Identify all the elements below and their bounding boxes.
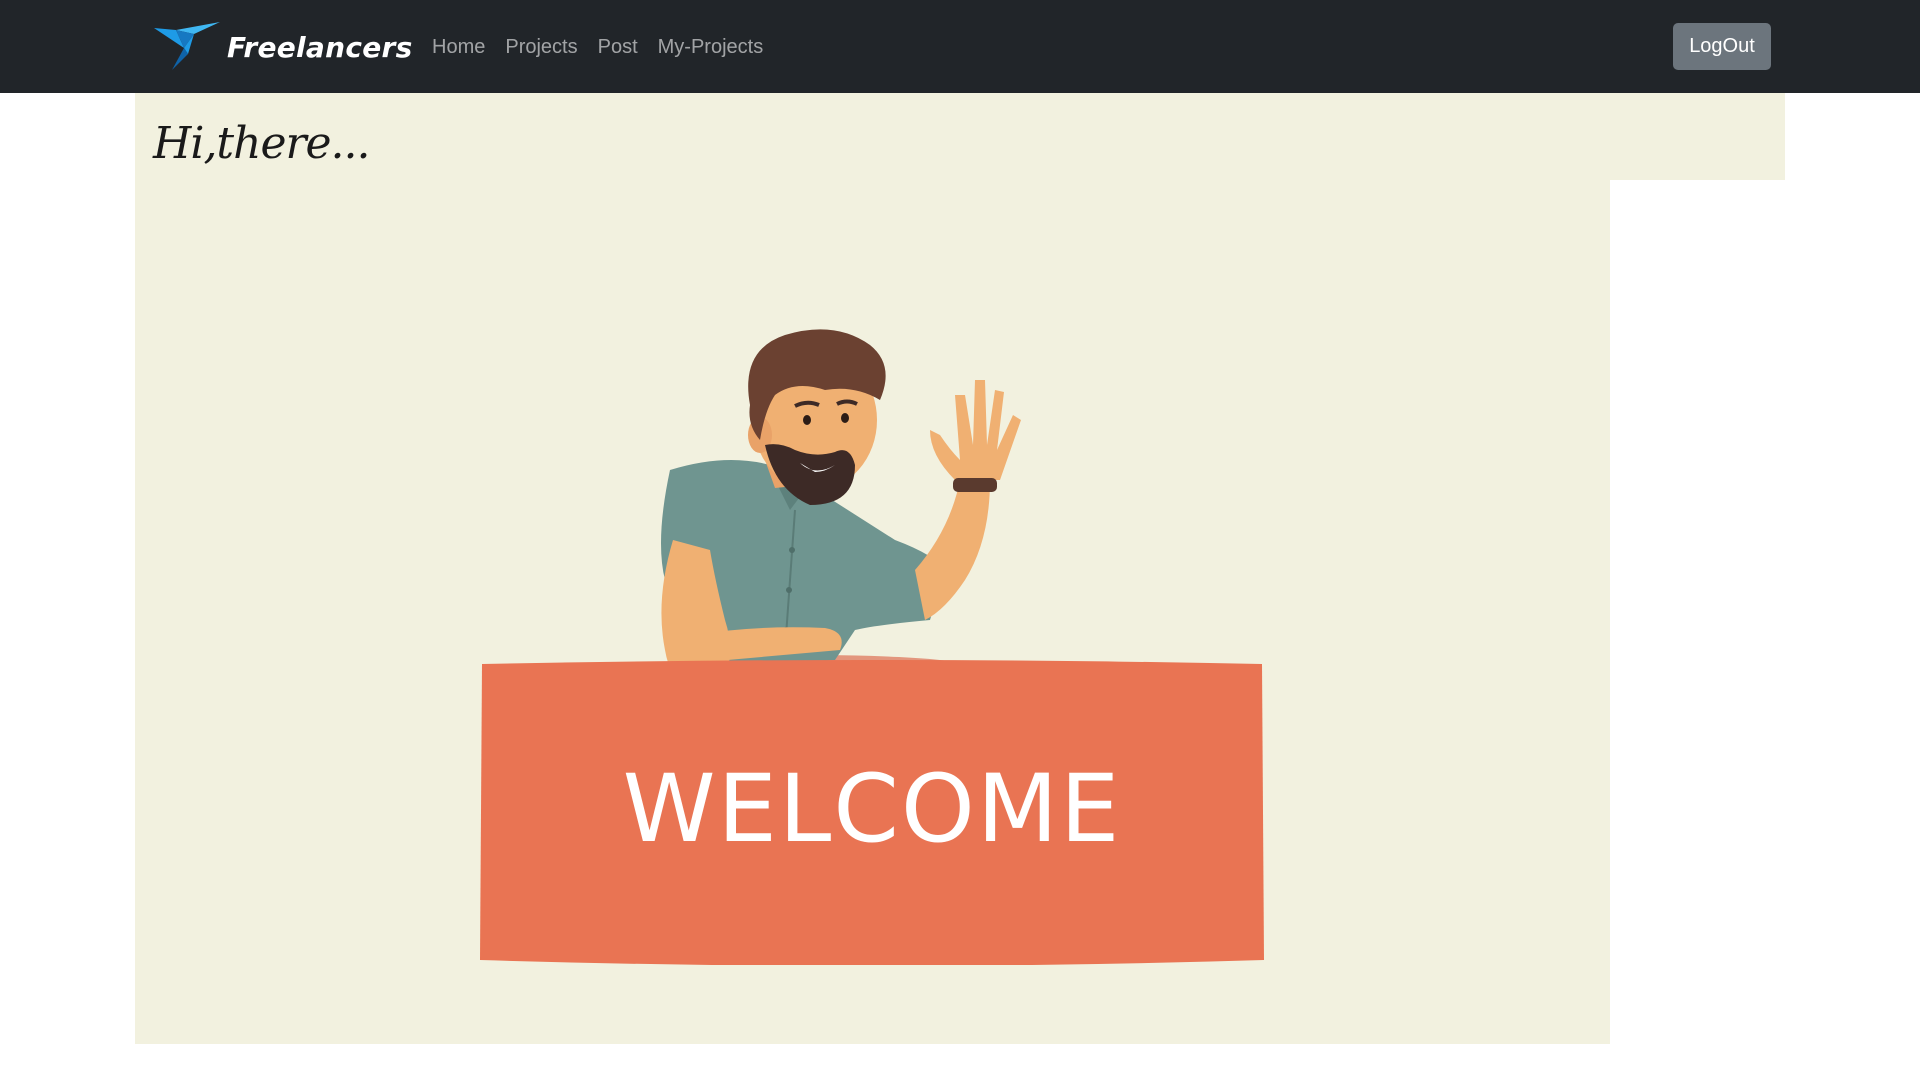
welcome-sign-text: WELCOME [622, 755, 1122, 864]
logout-button[interactable]: LogOut [1673, 23, 1771, 70]
nav-link-my-projects[interactable]: My-Projects [648, 33, 774, 61]
nav-link-post[interactable]: Post [588, 33, 648, 61]
greeting-heading: Hi,there... [153, 118, 371, 169]
nav-links: Home Projects Post My-Projects [422, 33, 773, 61]
brand-name: Freelancers [227, 30, 413, 64]
brand-link[interactable]: Freelancers [154, 20, 413, 74]
bird-logo-icon [154, 22, 220, 70]
welcome-hero: WELCOME [135, 180, 1610, 1044]
nav-link-home[interactable]: Home [422, 33, 495, 61]
top-navbar: Freelancers Home Projects Post My-Projec… [0, 0, 1920, 93]
greeting-banner [135, 93, 1785, 180]
nav-link-projects[interactable]: Projects [495, 33, 587, 61]
